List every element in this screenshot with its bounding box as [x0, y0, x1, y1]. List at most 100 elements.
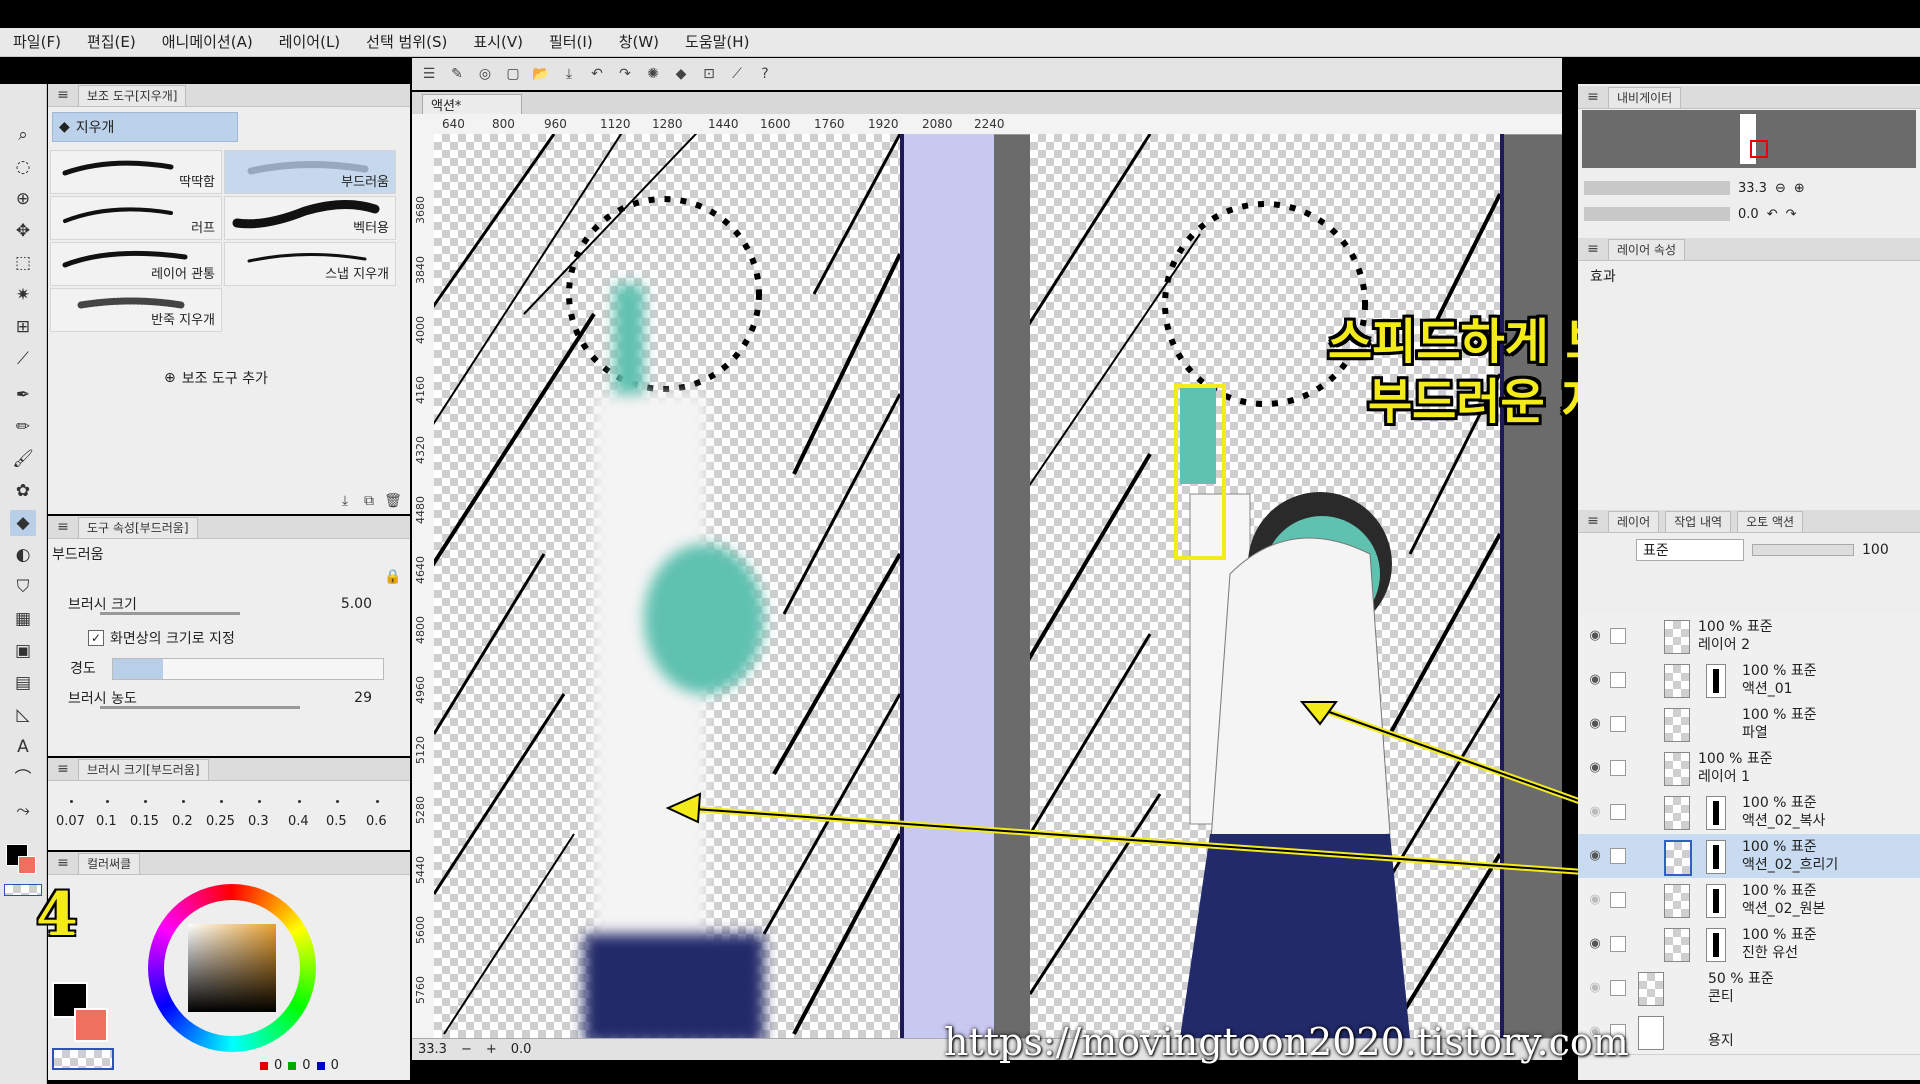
auto-action-tab[interactable]: 오토 액션: [1737, 510, 1804, 532]
navigator-tab[interactable]: 내비게이터: [1608, 86, 1682, 108]
size-preset[interactable]: 0.2: [172, 800, 193, 829]
brush-icon[interactable]: 🖌: [10, 446, 36, 472]
size-preset[interactable]: 0.6: [366, 800, 387, 829]
lock-checkbox[interactable]: [1610, 936, 1626, 952]
brush-rough[interactable]: 러프: [50, 196, 222, 240]
eye-icon[interactable]: ◉: [1586, 979, 1604, 997]
navigator-preview[interactable]: [1582, 110, 1916, 168]
size-preset[interactable]: 0.25: [206, 800, 235, 829]
transparent-color[interactable]: [52, 1048, 114, 1070]
size-preset[interactable]: 0.1: [96, 800, 117, 829]
brush-layer-through[interactable]: 레이어 관통: [50, 242, 222, 286]
figure-tool-icon[interactable]: ▣: [10, 638, 36, 664]
menu-edit[interactable]: 편집(E): [74, 28, 149, 56]
menu-animation[interactable]: 애니메이션(A): [149, 28, 266, 56]
subtool-group[interactable]: ◆ 지우개: [52, 112, 238, 142]
layer-row[interactable]: ◉ 50 % 표준 콘티: [1578, 966, 1920, 1011]
zoom-out-icon[interactable]: −: [461, 1042, 472, 1057]
lock-checkbox[interactable]: [1610, 760, 1626, 776]
menu-selection[interactable]: 선택 범위(S): [353, 28, 460, 56]
blend-tool-icon[interactable]: ◐: [10, 542, 36, 568]
menu-view[interactable]: 표시(V): [460, 28, 536, 56]
rotate-left-icon[interactable]: ↶: [1767, 207, 1778, 222]
size-preset[interactable]: 0.5: [326, 800, 347, 829]
brush-snap[interactable]: 스냅 지우개: [224, 242, 396, 286]
menu-icon[interactable]: ≡: [1584, 512, 1602, 530]
zoom-in-icon[interactable]: ⊕: [1794, 181, 1805, 196]
sub-color[interactable]: [74, 1008, 108, 1042]
size-preset[interactable]: 0.15: [130, 800, 159, 829]
tool-property-tab[interactable]: 도구 속성[부드러움]: [78, 516, 198, 538]
menu-filter[interactable]: 필터(I): [536, 28, 606, 56]
frame-tool-icon[interactable]: ▤: [10, 670, 36, 696]
lock-checkbox[interactable]: [1610, 628, 1626, 644]
eye-icon[interactable]: ◉: [1586, 671, 1604, 689]
menu-help[interactable]: 도움말(H): [672, 28, 762, 56]
menu-window[interactable]: 창(W): [606, 28, 672, 56]
balloon-tool-icon[interactable]: ⌒: [10, 766, 36, 792]
add-subtool-button[interactable]: ⊕ 보조 도구 추가: [164, 368, 268, 388]
navigator-zoom-value[interactable]: 33.3: [1738, 181, 1767, 196]
brush-hard[interactable]: 딱딱함: [50, 150, 222, 194]
layer-row[interactable]: ◉ 100 % 표준 액션_02_원본: [1578, 878, 1920, 923]
magic-wand-icon[interactable]: ✷: [10, 282, 36, 308]
eye-icon[interactable]: ◉: [1586, 847, 1604, 865]
menu-icon[interactable]: ≡: [54, 760, 72, 778]
eye-icon[interactable]: ◉: [1586, 759, 1604, 777]
ruler-icon[interactable]: ⟋: [728, 65, 746, 83]
lock-checkbox[interactable]: [1610, 716, 1626, 732]
auto-select-icon[interactable]: ⊞: [10, 314, 36, 340]
zoom-out-icon[interactable]: ⊖: [1775, 181, 1786, 196]
brush-kneaded[interactable]: 반죽 지우개: [50, 288, 222, 332]
layer-row[interactable]: ◉ 100 % 표준 액션_01: [1578, 658, 1920, 703]
brush-size-value[interactable]: 5.00: [341, 596, 372, 612]
pencil-icon[interactable]: ✏: [10, 414, 36, 440]
menu-file[interactable]: 파일(F): [0, 28, 74, 56]
brush-size-tab[interactable]: 브러시 크기[부드러움]: [78, 758, 209, 780]
text-tool-icon[interactable]: A: [10, 734, 36, 760]
redo-icon[interactable]: ↷: [616, 65, 634, 83]
layers-tab[interactable]: 레이어: [1608, 510, 1660, 532]
pen-tool-icon[interactable]: ✎: [448, 65, 466, 83]
lock-checkbox[interactable]: [1610, 892, 1626, 908]
rotate-right-icon[interactable]: ↷: [1786, 207, 1797, 222]
saturation-square[interactable]: [188, 924, 276, 1012]
gradient-tool-icon[interactable]: ▦: [10, 606, 36, 632]
fill-tool-icon[interactable]: ⛉: [10, 574, 36, 600]
menu-icon[interactable]: ≡: [54, 854, 72, 872]
sun-icon[interactable]: ✺: [644, 65, 662, 83]
menu-icon[interactable]: ☰: [420, 65, 438, 83]
rotation-value[interactable]: 0.0: [511, 1042, 532, 1057]
eye-icon[interactable]: ◉: [1586, 803, 1604, 821]
eye-icon[interactable]: ◉: [1586, 715, 1604, 733]
move-tool-icon[interactable]: ✥: [10, 218, 36, 244]
new-file-icon[interactable]: ▢: [504, 65, 522, 83]
size-preset[interactable]: 0.4: [288, 800, 309, 829]
zoom-in-icon[interactable]: +: [486, 1042, 497, 1057]
trash-icon[interactable]: 🗑: [384, 492, 402, 510]
hardness-slider[interactable]: [112, 658, 384, 680]
lock-checkbox[interactable]: [1610, 848, 1626, 864]
size-preset[interactable]: 0.07: [56, 800, 85, 829]
help-icon[interactable]: ?: [756, 65, 774, 83]
layer-row[interactable]: ◉ 100 % 표준 파열: [1578, 702, 1920, 747]
zoom-tool-icon[interactable]: ⌕: [10, 122, 36, 148]
transform-icon[interactable]: ⊡: [700, 65, 718, 83]
canvas-tab[interactable]: 액션*: [422, 94, 523, 115]
brush-size-slider[interactable]: [100, 612, 240, 615]
layer-property-tab[interactable]: 레이어 속성: [1608, 238, 1686, 260]
airbrush-icon[interactable]: ✿: [10, 478, 36, 504]
density-slider[interactable]: [100, 706, 300, 709]
eye-icon[interactable]: ◉: [1586, 627, 1604, 645]
import-icon[interactable]: ⤓: [336, 492, 354, 510]
save-icon[interactable]: ⤓: [560, 65, 578, 83]
brush-vector[interactable]: 벡터용: [224, 196, 396, 240]
eye-icon[interactable]: ◉: [1586, 891, 1604, 909]
correct-line-icon[interactable]: ⤳: [10, 798, 36, 824]
navigator-rotate-slider[interactable]: [1584, 207, 1730, 221]
menu-icon[interactable]: ≡: [1584, 240, 1602, 258]
page-right[interactable]: [1030, 134, 1504, 1038]
open-file-icon[interactable]: 📂: [532, 65, 550, 83]
eyedropper-icon[interactable]: ⟋: [10, 346, 36, 372]
pen-icon[interactable]: ✒: [10, 382, 36, 408]
